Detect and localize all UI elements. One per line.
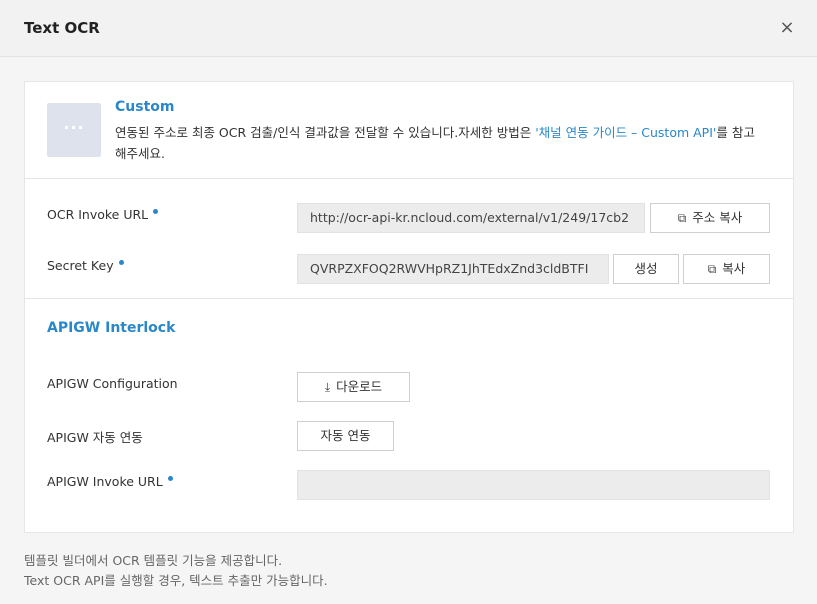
custom-title: Custom <box>115 99 175 115</box>
apigw-auto-label: APIGW 자동 연동 <box>47 430 143 445</box>
footer-line-1: 템플릿 빌더에서 OCR 템플릿 기능을 제공합니다. <box>24 553 283 568</box>
download-button[interactable]: ⤓ 다운로드 <box>297 372 410 402</box>
apigw-invoke-url-label-text: APIGW Invoke URL <box>47 474 163 489</box>
custom-section: ··· Custom 연동된 주소로 최종 OCR 검출/인식 결과값을 전달할… <box>25 82 793 179</box>
required-dot <box>167 476 173 481</box>
ocr-invoke-url-field[interactable]: http://ocr-api-kr.ncloud.com/external/v1… <box>297 203 645 233</box>
required-dot <box>118 260 124 265</box>
copy-icon: ⧉ <box>707 262 717 276</box>
dialog-title: Text OCR <box>24 19 100 37</box>
copy-address-label: 주소 복사 <box>692 210 743 225</box>
apigw-config-label: APIGW Configuration <box>47 376 178 391</box>
apigw-invoke-url-label: APIGW Invoke URL <box>47 474 173 489</box>
ocr-invoke-url-label: OCR Invoke URL <box>47 207 159 222</box>
secret-key-label-text: Secret Key <box>47 258 114 273</box>
close-icon[interactable]: × <box>777 18 797 38</box>
ocr-invoke-url-label-text: OCR Invoke URL <box>47 207 149 222</box>
apigw-section-title: APIGW Interlock <box>47 320 176 336</box>
copy-address-button[interactable]: ⧉ 주소 복사 <box>650 203 770 233</box>
settings-card: ··· Custom 연동된 주소로 최종 OCR 검출/인식 결과값을 전달할… <box>24 81 794 533</box>
invoke-section: OCR Invoke URL http://ocr-api-kr.ncloud.… <box>25 179 793 299</box>
copy-key-label: 복사 <box>722 261 746 276</box>
secret-key-field[interactable]: QVRPZXFOQ2RWVHpRZ1JhTEdxZnd3cldBTFI <box>297 254 609 284</box>
custom-description: 연동된 주소로 최종 OCR 검출/인식 결과값을 전달할 수 있습니다.자세한… <box>115 122 755 164</box>
copy-icon: ⧉ <box>677 211 687 225</box>
footer-note: 템플릿 빌더에서 OCR 템플릿 기능을 제공합니다. Text OCR API… <box>24 551 328 591</box>
auto-link-button[interactable]: 자동 연동 <box>297 421 394 451</box>
apigw-invoke-url-field[interactable] <box>297 470 770 500</box>
more-icon: ··· <box>47 103 101 157</box>
footer-line-2: Text OCR API를 실행할 경우, 텍스트 추출만 가능합니다. <box>24 573 328 588</box>
generate-button[interactable]: 생성 <box>613 254 679 284</box>
download-icon: ⤓ <box>324 380 331 394</box>
copy-key-button[interactable]: ⧉ 복사 <box>683 254 770 284</box>
download-label: 다운로드 <box>336 379 383 394</box>
required-dot <box>153 209 159 214</box>
custom-desc-prefix: 연동된 주소로 최종 OCR 검출/인식 결과값을 전달할 수 있습니다.자세한… <box>115 125 536 140</box>
dialog-header: Text OCR × <box>0 0 817 57</box>
channel-guide-link[interactable]: '채널 연동 가이드 – Custom API' <box>535 125 716 140</box>
secret-key-label: Secret Key <box>47 258 124 273</box>
